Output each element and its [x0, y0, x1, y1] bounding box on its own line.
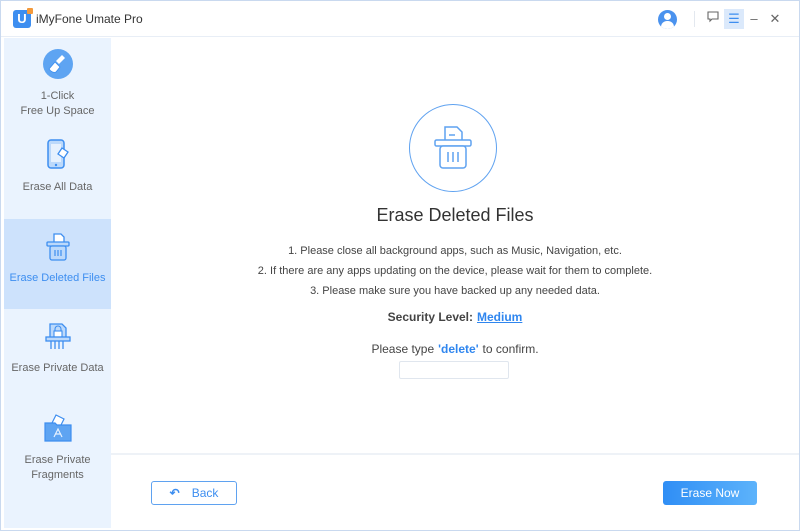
sidebar: 1-Click Free Up Space Erase All Data Era… [4, 38, 111, 528]
back-label: Back [191, 486, 219, 500]
instruction-step: 1. Please close all background apps, suc… [288, 245, 622, 257]
sidebar-item-erase-private-fragments[interactable]: Erase Private Fragments [4, 403, 111, 503]
sidebar-label: Erase All Data [22, 181, 93, 193]
main-panel: Erase Deleted Files 1. Please close all … [111, 38, 799, 453]
close-icon[interactable]: ✕ [765, 9, 785, 29]
account-avatar-icon[interactable] [658, 10, 677, 29]
confirm-prefix: Please type [371, 342, 435, 356]
erase-now-button[interactable]: Erase Now [663, 481, 757, 505]
trash-file-icon [46, 233, 70, 261]
sidebar-item-erase-all-data[interactable]: Erase All Data [4, 128, 111, 218]
minimize-icon[interactable]: – [744, 9, 764, 29]
back-button[interactable]: ↶ Back [151, 481, 237, 505]
sidebar-item-erase-deleted-files[interactable]: Erase Deleted Files [4, 219, 111, 309]
app-title: iMyFone Umate Pro [36, 12, 143, 26]
instructions-list: 1. Please close all background apps, suc… [111, 241, 799, 301]
security-level-link[interactable]: Medium [477, 310, 522, 324]
sidebar-label: 1-Click [40, 90, 75, 102]
page-title: Erase Deleted Files [376, 205, 534, 225]
sidebar-label: Erase Private Data [11, 362, 104, 374]
folder-app-icon [44, 414, 72, 442]
broom-icon [43, 49, 73, 79]
sidebar-item-free-up-space[interactable]: 1-Click Free Up Space [4, 38, 111, 128]
footer-bar: ↶ Back Erase Now [111, 453, 799, 528]
confirm-suffix: to confirm. [482, 342, 539, 356]
feedback-icon[interactable] [703, 9, 723, 29]
phone-eraser-icon [47, 139, 69, 169]
back-arrow-icon: ↶ [169, 486, 180, 500]
menu-icon[interactable]: ☰ [724, 9, 744, 29]
instruction-step: 2. If there are any apps updating on the… [257, 265, 653, 277]
security-level: Security Level: Medium [111, 310, 799, 324]
trash-file-icon [434, 126, 472, 169]
sidebar-item-erase-private-data[interactable]: Erase Private Data [4, 309, 111, 399]
app-logo-icon: U [13, 8, 33, 28]
sidebar-label: Erase Private [24, 454, 91, 466]
titlebar-divider [694, 11, 695, 27]
title-bar: U iMyFone Umate Pro ☰ – ✕ [1, 1, 799, 37]
confirm-keyword: 'delete' [438, 342, 479, 356]
sidebar-label: Fragments [31, 469, 84, 481]
sidebar-label: Free Up Space [20, 105, 95, 117]
sidebar-label: Erase Deleted Files [9, 272, 106, 284]
lock-shredder-icon [45, 323, 71, 349]
security-level-label: Security Level: [387, 310, 474, 324]
instruction-step: 3. Please make sure you have backed up a… [310, 285, 600, 297]
confirm-instruction: Please type'delete' to confirm. [111, 342, 799, 356]
app-window: U iMyFone Umate Pro ☰ – ✕ 1-Click Free U… [0, 0, 800, 531]
hero-icon-circle [409, 104, 497, 192]
confirm-input[interactable] [399, 361, 509, 379]
